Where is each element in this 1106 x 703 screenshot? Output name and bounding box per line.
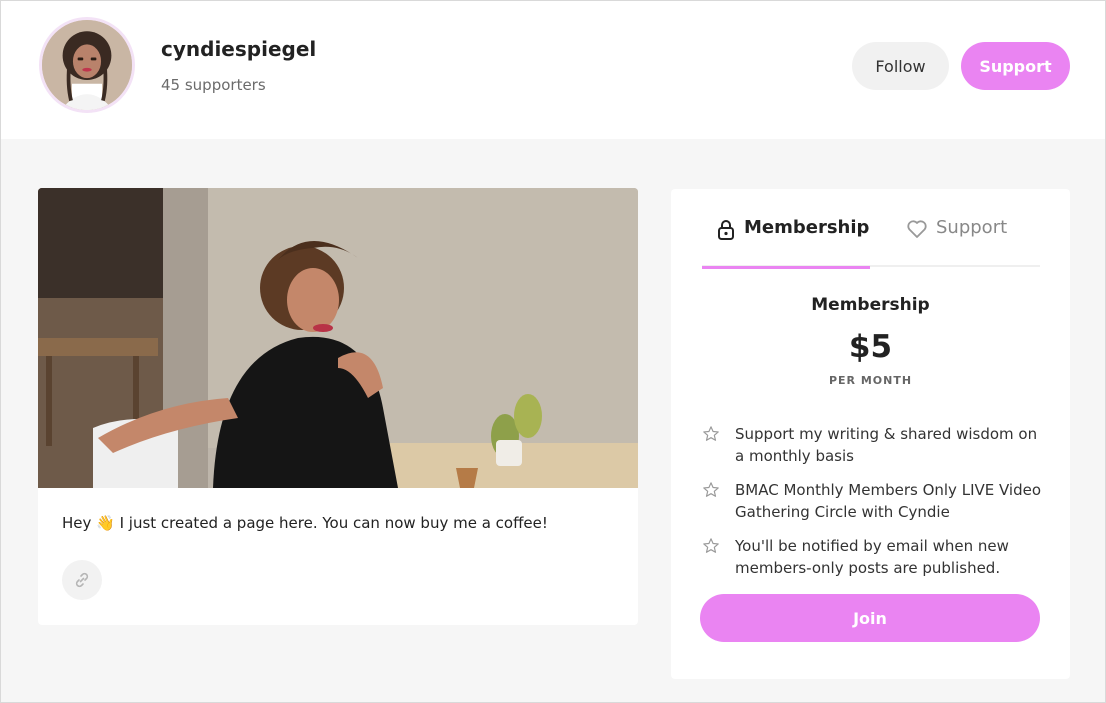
creator-name: cyndiespiegel <box>161 37 317 61</box>
supporter-count: 45 supporters <box>161 76 266 94</box>
profile-header: cyndiespiegel 45 supporters Follow Suppo… <box>1 1 1105 139</box>
lock-icon <box>718 220 734 240</box>
support-button[interactable]: Support <box>961 42 1070 90</box>
avatar[interactable] <box>39 17 135 113</box>
list-item: BMAC Monthly Members Only LIVE Video Gat… <box>701 479 1046 523</box>
tier-title: Membership <box>811 295 930 315</box>
post-message: Hey 👋 I just created a page here. You ca… <box>62 514 548 532</box>
benefit-text: You'll be notified by email when new mem… <box>735 537 1009 577</box>
tier-price: $5 <box>848 329 893 365</box>
post-image <box>38 188 638 488</box>
copy-link-button[interactable] <box>62 560 102 600</box>
list-item: You'll be notified by email when new mem… <box>701 535 1046 579</box>
join-button[interactable]: Join <box>700 594 1040 642</box>
post-card: Hey 👋 I just created a page here. You ca… <box>38 188 638 625</box>
benefit-text: BMAC Monthly Members Only LIVE Video Gat… <box>735 481 1042 521</box>
tab-membership[interactable]: Membership <box>702 217 870 269</box>
tab-support-label: Support <box>936 217 1008 238</box>
list-item: Support my writing & shared wisdom on a … <box>701 423 1046 467</box>
tab-membership-label: Membership <box>744 217 870 238</box>
star-icon <box>703 426 719 441</box>
follow-button[interactable]: Follow <box>852 42 949 90</box>
benefit-text: Support my writing & shared wisdom on a … <box>735 425 1038 465</box>
star-icon <box>703 482 719 497</box>
tab-support[interactable]: Support <box>906 217 1007 267</box>
link-icon <box>75 572 89 588</box>
membership-panel: Membership Support Membership $5 PER MON… <box>671 189 1070 679</box>
star-icon <box>703 538 719 553</box>
panel-tabs: Membership Support <box>702 217 1040 269</box>
benefit-list: Support my writing & shared wisdom on a … <box>701 423 1046 591</box>
tier-period: PER MONTH <box>828 374 913 387</box>
heart-icon <box>907 220 927 238</box>
avatar-image <box>42 20 132 110</box>
